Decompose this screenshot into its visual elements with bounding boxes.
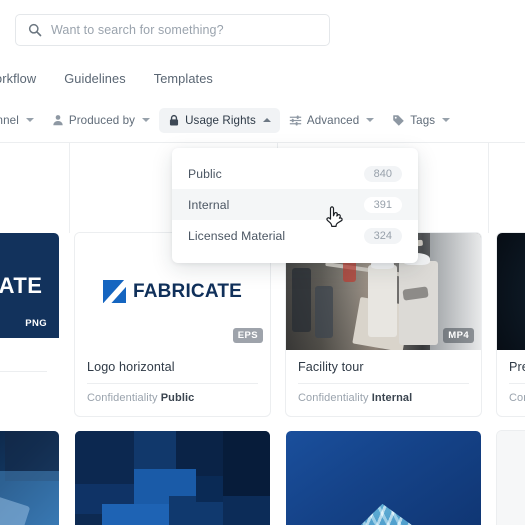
dropdown-option-count: 840	[363, 165, 402, 182]
placeholder-art	[497, 431, 525, 525]
search-icon	[28, 23, 42, 37]
filter-advanced-label: Advanced	[306, 113, 360, 127]
filter-produced-by[interactable]: Produced by	[43, 108, 159, 133]
chevron-down-icon	[366, 118, 375, 122]
column-divider	[69, 143, 70, 233]
filter-usage-rights[interactable]: Usage Rights	[159, 107, 280, 133]
nav-tab-workflow[interactable]: orkflow	[0, 71, 50, 86]
nav-tabs: orkflow Guidelines Templates	[0, 64, 525, 92]
asset-meta: Logo horizontal Confidentiality Public	[75, 350, 270, 404]
dropdown-option-label: Internal	[188, 197, 230, 212]
file-type-badge: MP4	[443, 328, 474, 343]
dropdown-option-licensed-material[interactable]: Licensed Material 324	[172, 220, 418, 251]
asset-confidentiality: Confidentiality Public	[87, 384, 258, 404]
search-input[interactable]	[51, 23, 317, 37]
asset-title: Pre	[509, 360, 525, 384]
chevron-down-icon	[142, 118, 151, 122]
filter-bar: annel Produced by Usage Rights	[0, 105, 525, 135]
search-bar[interactable]	[15, 14, 330, 46]
asset-card[interactable]	[496, 430, 525, 525]
asset-library-page: orkflow Guidelines Templates annel Produ…	[0, 0, 525, 525]
asset-confidentiality: Confidentiality Internal	[298, 384, 469, 404]
search-bar-container	[15, 14, 330, 46]
asset-thumbnail[interactable]	[75, 431, 270, 525]
column-divider	[488, 143, 489, 233]
asset-meta: Pre Con	[497, 350, 525, 404]
asset-title: d	[0, 348, 47, 372]
chevron-down-icon	[25, 118, 34, 122]
blue-pyramid-art	[286, 431, 481, 525]
confidentiality-value: Public	[160, 392, 195, 404]
asset-title: Logo horizontal	[87, 360, 258, 384]
asset-card[interactable]: ATE PNG d	[0, 232, 60, 417]
tag-icon	[392, 114, 405, 127]
asset-card[interactable]	[74, 430, 271, 525]
asset-title: Facility tour	[298, 360, 469, 384]
filter-channel[interactable]: annel	[0, 108, 43, 133]
asset-thumbnail[interactable]	[0, 431, 59, 525]
dropdown-option-internal[interactable]: Internal 391	[172, 189, 418, 220]
asset-confidentiality	[0, 372, 47, 392]
asset-confidentiality: Con	[509, 384, 525, 404]
filter-tags[interactable]: Tags	[383, 108, 459, 133]
nav-tab-guidelines[interactable]: Guidelines	[50, 71, 139, 86]
person-icon	[52, 114, 64, 126]
filter-tags-label: Tags	[410, 113, 436, 127]
filter-produced-by-label: Produced by	[68, 113, 136, 127]
asset-card[interactable]	[285, 430, 482, 525]
confidentiality-label: Confidentiality	[87, 392, 158, 404]
asset-meta: d	[0, 338, 59, 392]
dropdown-option-label: Public	[188, 166, 222, 181]
file-type-badge: PNG	[25, 318, 47, 329]
confidentiality-value: Internal	[371, 392, 413, 404]
filter-advanced[interactable]: Advanced	[280, 108, 383, 133]
asset-card[interactable]: Pre Con	[496, 232, 525, 417]
confidentiality-label: Con	[509, 392, 525, 404]
chevron-down-icon	[442, 118, 451, 122]
turbine-photo-art	[497, 233, 525, 350]
wordmark-text: ATE	[0, 272, 43, 298]
asset-card[interactable]	[0, 430, 60, 525]
dropdown-option-count: 324	[363, 227, 402, 244]
lock-icon	[168, 114, 180, 127]
sliders-icon	[289, 114, 302, 127]
asset-thumbnail[interactable]: ATE PNG	[0, 233, 59, 338]
wordmark-text: FABRICATE	[132, 280, 243, 302]
asset-thumbnail[interactable]	[497, 431, 525, 525]
asset-thumbnail[interactable]	[497, 233, 525, 350]
content-divider	[0, 142, 525, 143]
usage-rights-dropdown: Public 840 Internal 391 Licensed Materia…	[172, 148, 418, 263]
file-type-badge: EPS	[232, 328, 263, 343]
abstract-blue-art	[0, 431, 59, 525]
nav-tab-templates[interactable]: Templates	[140, 71, 227, 86]
asset-meta: Facility tour Confidentiality Internal	[286, 350, 481, 404]
dropdown-option-count: 391	[363, 196, 402, 213]
confidentiality-label: Confidentiality	[298, 392, 369, 404]
filter-usage-rights-label: Usage Rights	[185, 113, 256, 127]
asset-thumbnail[interactable]	[286, 431, 481, 525]
dropdown-option-public[interactable]: Public 840	[172, 158, 418, 189]
chevron-up-icon	[262, 118, 271, 122]
dropdown-option-label: Licensed Material	[188, 228, 286, 243]
fabricate-logo-icon	[102, 280, 126, 303]
blue-blocks-art	[75, 431, 270, 525]
filter-channel-label: annel	[0, 113, 19, 127]
